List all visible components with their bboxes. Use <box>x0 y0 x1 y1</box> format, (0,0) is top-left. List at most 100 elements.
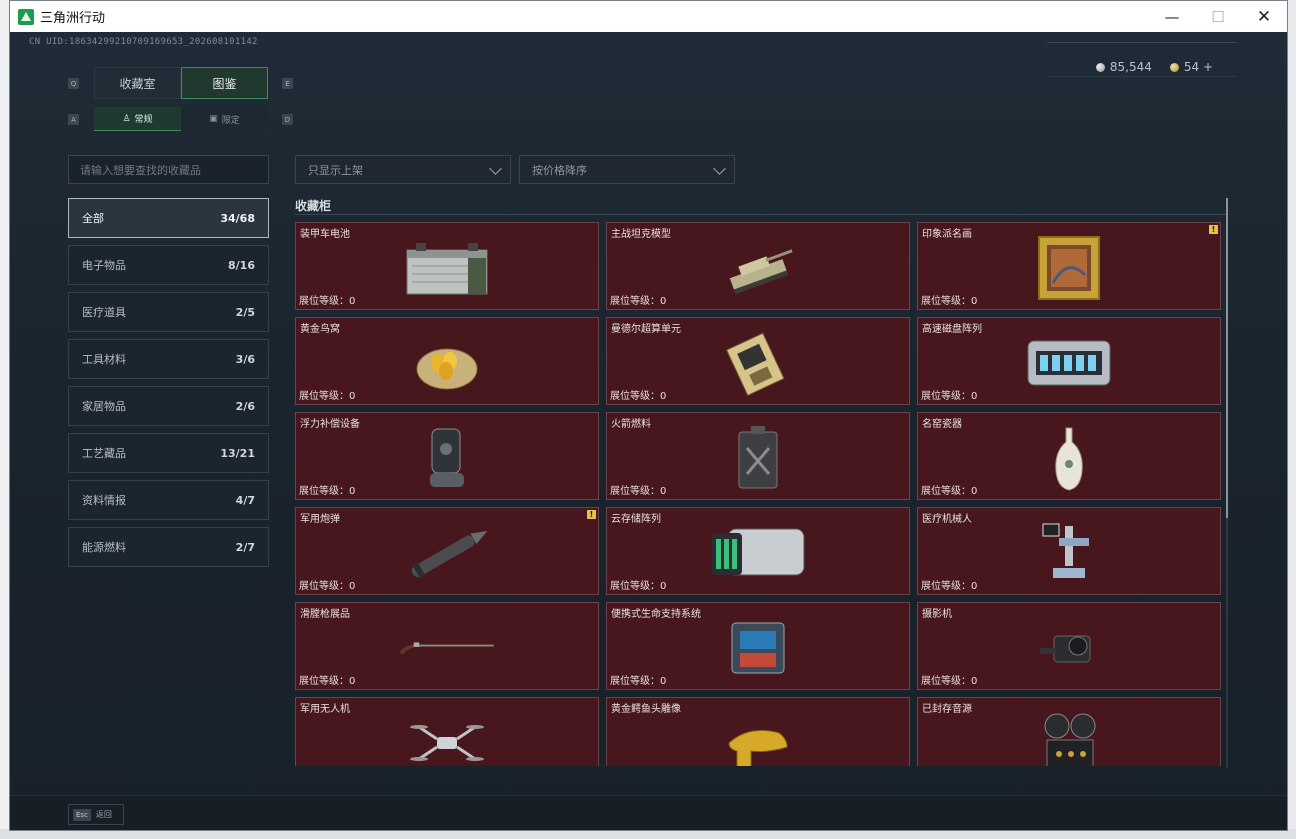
booth-level: 展位等级：0 <box>610 391 667 402</box>
divider <box>295 214 1227 215</box>
life-support-icon <box>708 613 808 683</box>
collection-card[interactable]: 滑膛枪展品 展位等级：0 <box>295 602 599 690</box>
category-item[interactable]: 电子物品 8/16 <box>68 245 269 285</box>
close-button[interactable]: ✕ <box>1241 1 1287 32</box>
item-name: 浮力补偿设备 <box>300 419 360 430</box>
regular-icon: ♙ <box>122 113 131 124</box>
item-name: 火箭燃料 <box>611 419 651 430</box>
category-count: 4/7 <box>235 493 255 507</box>
collection-card[interactable]: 云存储阵列展位等级：0 <box>606 507 910 595</box>
collection-card[interactable]: 曼德尔超算单元 展位等级：0 <box>606 317 910 405</box>
collection-card[interactable]: 黄金鳄鱼头雕像展位等级：0 <box>606 697 910 766</box>
category-label: 工艺藏品 <box>82 447 126 460</box>
category-count: 2/5 <box>235 305 255 319</box>
booth-level: 展位等级：0 <box>921 676 978 687</box>
category-item[interactable]: 工具材料 3/6 <box>68 339 269 379</box>
collection-card[interactable]: 军用无人机展位等级：0 <box>295 697 599 766</box>
tank-icon <box>708 233 808 303</box>
robot-icon <box>1019 518 1119 588</box>
category-item[interactable]: 医疗道具 2/5 <box>68 292 269 332</box>
fuel-can-icon <box>708 423 808 493</box>
item-name: 滑膛枪展品 <box>300 609 350 620</box>
back-button[interactable]: Esc 返回 <box>68 804 124 825</box>
disk-array-icon <box>1019 328 1119 398</box>
back-label: 返回 <box>95 810 112 819</box>
gold-amount: 54 + <box>1183 60 1213 74</box>
category-item[interactable]: 能源燃料 2/7 <box>68 527 269 567</box>
category-label: 电子物品 <box>82 259 126 272</box>
silver-amount: 85,544 <box>1109 60 1152 74</box>
collection-card[interactable]: 名窑瓷器 展位等级：0 <box>917 412 1221 500</box>
desktop-background-right <box>1288 0 1296 839</box>
section-title: 收藏柜 <box>295 199 332 213</box>
item-name: 高速磁盘阵列 <box>922 324 982 335</box>
category-count: 2/6 <box>235 399 255 413</box>
esc-key-hint: Esc <box>73 808 91 821</box>
booth-level: 展位等级：0 <box>921 391 978 402</box>
key-hint-q: Q <box>68 78 79 89</box>
booth-level: 展位等级：0 <box>921 296 978 307</box>
category-item[interactable]: 工艺藏品 13/21 <box>68 433 269 473</box>
category-item[interactable]: 全部 34/68 <box>68 198 269 238</box>
tab-catalog[interactable]: 图鉴 <box>181 67 268 99</box>
category-label: 家居物品 <box>82 400 126 413</box>
musket-icon <box>397 613 497 683</box>
category-count: 2/7 <box>235 540 255 554</box>
collection-card[interactable]: 医疗机械人 展位等级：0 <box>917 507 1221 595</box>
collection-card[interactable]: 主战坦克模型 展位等级：0 <box>606 222 910 310</box>
divider <box>1047 76 1237 77</box>
item-name: 黄金鳄鱼头雕像 <box>611 704 681 715</box>
search-input[interactable]: 请输入想要查找的收藏品 <box>68 155 269 184</box>
booth-level: 展位等级：0 <box>610 581 667 592</box>
key-hint-e: E <box>282 78 293 89</box>
collection-card[interactable]: 摄影机展位等级：0 <box>917 602 1221 690</box>
booth-level: 展位等级：0 <box>921 486 978 497</box>
nest-icon <box>397 328 497 398</box>
collection-card[interactable]: 浮力补偿设备 展位等级：0 <box>295 412 599 500</box>
key-hint-a: A <box>68 114 79 125</box>
category-count: 3/6 <box>235 352 255 366</box>
warning-icon: ! <box>1209 225 1218 234</box>
category-label: 全部 <box>82 212 104 225</box>
item-name: 装甲车电池 <box>300 229 350 240</box>
booth-level: 展位等级：0 <box>921 581 978 592</box>
collection-card[interactable]: 装甲车电池展位等级：0 <box>295 222 599 310</box>
app-window: 三角洲行动 — ☐ ✕ CN UID:18634299210709169653_… <box>9 0 1288 831</box>
primary-tabs: 收藏室 图鉴 <box>94 67 268 99</box>
item-name: 摄影机 <box>922 609 952 620</box>
battery-icon <box>397 233 497 303</box>
category-item[interactable]: 资料情报 4/7 <box>68 480 269 520</box>
booth-level: 展位等级：0 <box>610 296 667 307</box>
gold-currency[interactable]: 54 + <box>1169 60 1213 74</box>
silver-currency: 85,544 <box>1095 60 1152 74</box>
chevron-down-icon <box>713 162 726 175</box>
minimize-button[interactable]: — <box>1149 1 1195 32</box>
collection-card[interactable]: 火箭燃料展位等级：0 <box>606 412 910 500</box>
category-item[interactable]: 家居物品 2/6 <box>68 386 269 426</box>
tab-regular[interactable]: ♙ 常规 <box>94 107 181 131</box>
item-name: 军用炮弹 <box>300 514 340 525</box>
sort-dropdown[interactable]: 按价格降序 <box>519 155 735 184</box>
warning-icon: ! <box>587 510 596 519</box>
sort-value: 按价格降序 <box>532 163 587 177</box>
tab-limited[interactable]: ▣ 限定 <box>181 107 268 131</box>
collection-card[interactable]: 黄金鸟窝 展位等级：0 <box>295 317 599 405</box>
tab-collection-room[interactable]: 收藏室 <box>94 67 181 99</box>
collection-card[interactable]: 印象派名画! 展位等级：0 <box>917 222 1221 310</box>
item-name: 军用无人机 <box>300 704 350 715</box>
currency-bar: 85,544 54 + <box>1095 60 1213 74</box>
desktop-background-left <box>0 0 9 839</box>
collection-card[interactable]: 军用炮弹! 展位等级：0 <box>295 507 599 595</box>
item-name: 已封存音源 <box>922 704 972 715</box>
collection-card[interactable]: 便携式生命支持系统 展位等级：0 <box>606 602 910 690</box>
collection-card[interactable]: 高速磁盘阵列 展位等级：0 <box>917 317 1221 405</box>
collection-card[interactable]: 已封存音源展位等级：0 <box>917 697 1221 766</box>
maximize-button[interactable]: ☐ <box>1195 1 1241 32</box>
scrollbar-thumb[interactable] <box>1226 198 1228 518</box>
item-name: 云存储阵列 <box>611 514 661 525</box>
booth-level: 展位等级：0 <box>610 486 667 497</box>
game-area: CN UID:18634299210709169653_202608101142… <box>10 32 1287 830</box>
booth-level: 展位等级：0 <box>299 296 356 307</box>
item-name: 便携式生命支持系统 <box>611 609 701 620</box>
shelf-filter-dropdown[interactable]: 只显示上架 <box>295 155 511 184</box>
